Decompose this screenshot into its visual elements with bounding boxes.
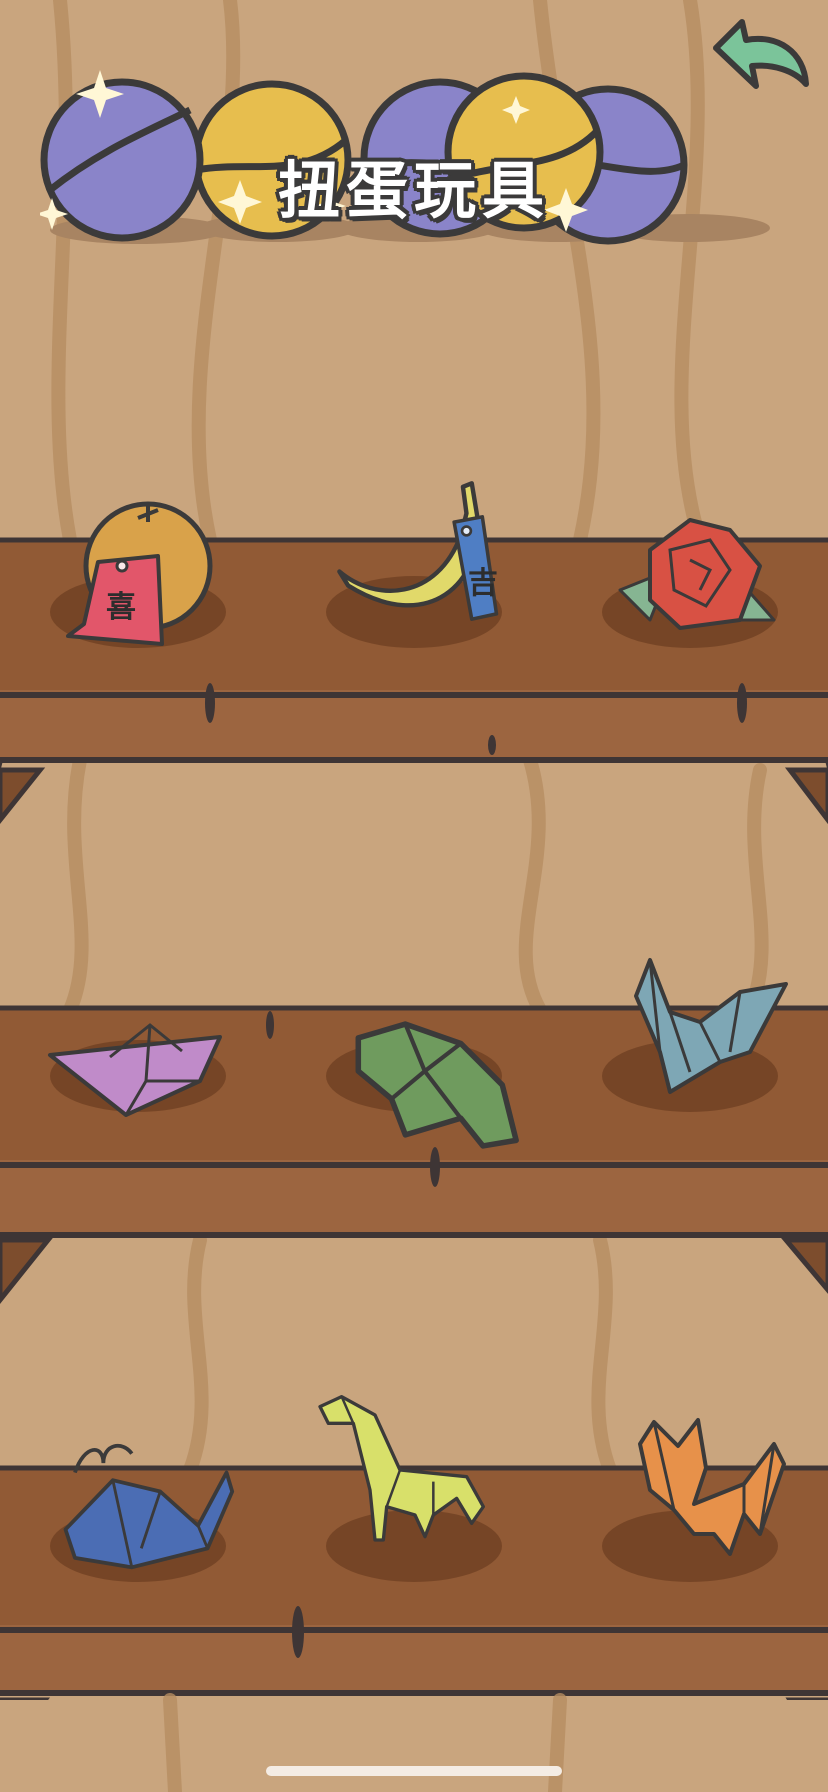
- shelf-item-origami-fox[interactable]: [624, 1414, 804, 1564]
- shelf-item-origami-crane[interactable]: [620, 952, 800, 1102]
- origami-frog-icon: [355, 1021, 519, 1149]
- shelf-item-origami-giraffe[interactable]: [310, 1390, 490, 1542]
- origami-giraffe-icon: [318, 1395, 486, 1542]
- shelf-item-origami-rose[interactable]: [610, 510, 790, 660]
- home-indicator[interactable]: [266, 1766, 562, 1776]
- origami-boat-icon: [48, 1023, 222, 1117]
- shelf-item-origami-boat[interactable]: [48, 996, 230, 1146]
- shelf-item-origami-frog[interactable]: [350, 1010, 530, 1160]
- orange-icon: [66, 501, 213, 646]
- origami-rose-icon: [618, 518, 776, 630]
- shelf-item-orange[interactable]: 喜: [62, 500, 242, 650]
- shelf-item-banana[interactable]: 吉: [320, 478, 500, 628]
- banana-icon: [337, 481, 499, 621]
- origami-fox-icon: [638, 1418, 786, 1556]
- origami-whale-icon: [63, 1443, 235, 1570]
- origami-crane-icon: [634, 958, 788, 1094]
- shelf-item-origami-whale[interactable]: [56, 1426, 236, 1576]
- page-title: 扭蛋玩具: [277, 154, 550, 227]
